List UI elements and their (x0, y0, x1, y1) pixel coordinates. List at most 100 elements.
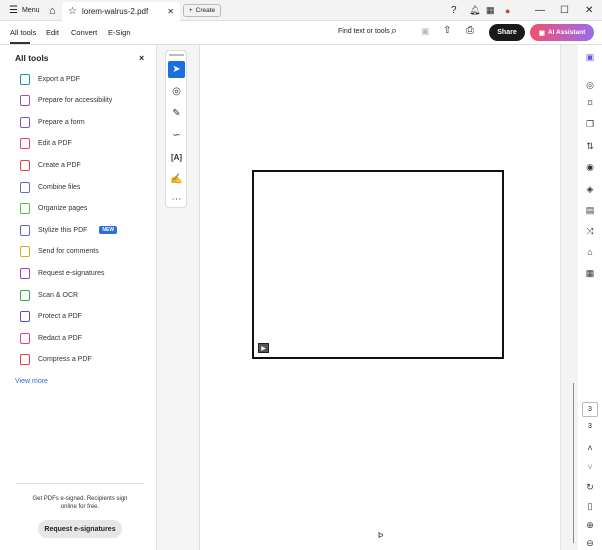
avatar[interactable]: ● (505, 0, 510, 21)
more-icon[interactable]: ⋯ (168, 191, 185, 208)
compare-icon[interactable]: ⤨ (584, 225, 596, 237)
tab-convert[interactable]: Convert (71, 28, 97, 37)
pages-icon[interactable]: ❐ (584, 118, 596, 130)
accessibility-tag-icon[interactable]: ⌂ (584, 246, 596, 258)
scrollbar-thumb[interactable] (573, 383, 574, 543)
tool-item[interactable]: Redact a PDF (20, 331, 82, 345)
target-icon[interactable]: ◉ (584, 161, 596, 173)
rotate-icon[interactable]: ↻ (584, 481, 596, 493)
document-page: ▶ Þ (201, 45, 560, 550)
tab-all-tools[interactable]: All tools (10, 28, 36, 37)
tool-icon (20, 203, 30, 215)
save-icon[interactable]: ▣ (421, 26, 430, 37)
tool-icon (20, 289, 30, 301)
tool-item[interactable]: Send for comments (20, 245, 99, 259)
page-number-input[interactable]: 3 (582, 402, 598, 417)
tool-item[interactable]: Edit a PDF (20, 137, 72, 151)
tool-label: Request e-signatures (38, 269, 105, 277)
tool-item[interactable]: Prepare for accessibility (20, 94, 112, 108)
tool-item[interactable]: Scan & OCR (20, 288, 78, 302)
tool-label: Edit a PDF (38, 140, 72, 148)
maximize-icon[interactable]: ☐ (560, 0, 569, 21)
tool-icon (20, 246, 30, 258)
tool-icon (20, 354, 30, 366)
tab-esign[interactable]: E-Sign (108, 28, 131, 37)
zoom-out-icon[interactable]: ⊖ (584, 537, 596, 549)
tool-item[interactable]: Export a PDF (20, 72, 80, 86)
tool-label: Compress a PDF (38, 356, 92, 364)
star-icon[interactable]: ☆ (68, 6, 77, 17)
tool-item[interactable]: Prepare a form (20, 115, 85, 129)
plus-icon: + (188, 7, 193, 14)
title-bar: ☰ Menu ⌂ ☆ lorem-walrus-2.pdf ✕ + Create ? 🔔… (0, 0, 602, 21)
structure-icon[interactable]: ▦ (584, 267, 596, 279)
all-tools-panel: All tools × Export a PDF Prepare for acce… (0, 45, 157, 550)
home-icon[interactable]: ⌂ (49, 0, 56, 21)
draw-lasso-icon[interactable]: ∽ (168, 127, 185, 144)
tool-icon (20, 159, 30, 171)
create-button[interactable]: + Create (183, 4, 221, 17)
select-cursor-icon[interactable]: ➤ (168, 61, 185, 78)
comments-icon[interactable]: ◎ (584, 79, 596, 91)
upload-cloud-icon[interactable]: ⇧ (443, 25, 451, 36)
tool-item[interactable]: Organize pages (20, 202, 87, 216)
page-fit-icon[interactable]: ▯ (584, 500, 596, 512)
create-label: Create (195, 7, 216, 14)
bookmark-icon[interactable]: ⌑ (584, 97, 596, 109)
tool-label: Protect a PDF (38, 313, 82, 321)
ai-generate-icon[interactable]: ▣ (584, 51, 596, 63)
play-icon[interactable]: ▶ (258, 343, 269, 353)
request-esignatures-button[interactable]: Request e-signatures (38, 520, 122, 538)
menu-button[interactable]: ☰ Menu (9, 0, 39, 21)
print-icon[interactable]: ⎙ (466, 25, 474, 36)
menu-label: Menu (21, 7, 40, 14)
view-more-link[interactable]: View more (15, 378, 48, 385)
help-icon[interactable]: ? (451, 0, 457, 21)
text-cursor: Þ (378, 531, 384, 540)
layers-icon[interactable]: ◈ (584, 183, 596, 195)
sign-icon[interactable]: ✍ (168, 171, 185, 188)
search-icon[interactable]: ⌕ (391, 25, 397, 38)
tool-item[interactable]: Protect a PDF (20, 310, 82, 324)
attachments-icon[interactable]: ⇅ (584, 140, 596, 152)
new-badge: NEW (99, 226, 118, 235)
text-box-icon[interactable]: [A] (168, 149, 185, 166)
close-panel-icon[interactable]: × (139, 53, 144, 63)
tool-item[interactable]: Stylize this PDF NEW (20, 223, 118, 237)
panel-title: All tools (15, 53, 49, 63)
tool-item[interactable]: Compress a PDF (20, 353, 92, 367)
close-tab-icon[interactable]: ✕ (167, 7, 174, 16)
tool-icon (20, 332, 30, 344)
scrollbar-track[interactable] (560, 45, 578, 550)
chevron-down-icon[interactable]: ˅ (584, 461, 596, 473)
tool-label: Stylize this PDF (38, 226, 88, 234)
tool-icon (20, 181, 30, 193)
tool-item[interactable]: Request e-signatures (20, 266, 105, 280)
ai-label: AI Assistant (547, 29, 586, 36)
tab-document[interactable]: ☆ lorem-walrus-2.pdf ✕ (62, 2, 180, 21)
hamburger-icon: ☰ (9, 5, 18, 16)
tool-label: Combine files (38, 183, 81, 191)
drag-handle[interactable] (169, 54, 184, 56)
highlight-pen-icon[interactable]: ✎ (168, 105, 185, 122)
embedded-media-frame[interactable]: ▶ (252, 170, 504, 359)
close-window-icon[interactable]: ✕ (585, 0, 593, 21)
tool-label: Organize pages (38, 205, 88, 213)
promo-text: Get PDFs e-signed. Recipients sign onlin… (32, 496, 128, 510)
apps-grid-icon[interactable]: ▦ (486, 0, 495, 21)
document-icon[interactable]: ▤ (584, 204, 596, 216)
tool-item[interactable]: Create a PDF (20, 158, 81, 172)
tool-icon (20, 311, 30, 323)
comment-icon[interactable]: ◎ (168, 83, 185, 100)
ai-assistant-button[interactable]: ▣ AI Assistant (530, 24, 594, 41)
chevron-up-icon[interactable]: ˄ (584, 442, 596, 454)
find-text-button[interactable]: Find text or tools (338, 28, 390, 35)
tab-edit[interactable]: Edit (46, 28, 59, 37)
share-button[interactable]: Share (489, 24, 525, 41)
zoom-in-icon[interactable]: ⊕ (584, 519, 596, 531)
tool-item[interactable]: Combine files (20, 180, 80, 194)
minimize-icon[interactable]: — (535, 0, 545, 21)
tool-label: Export a PDF (38, 75, 81, 83)
bell-icon[interactable]: 🔔︎ (469, 0, 480, 21)
active-tab-indicator (10, 42, 30, 44)
